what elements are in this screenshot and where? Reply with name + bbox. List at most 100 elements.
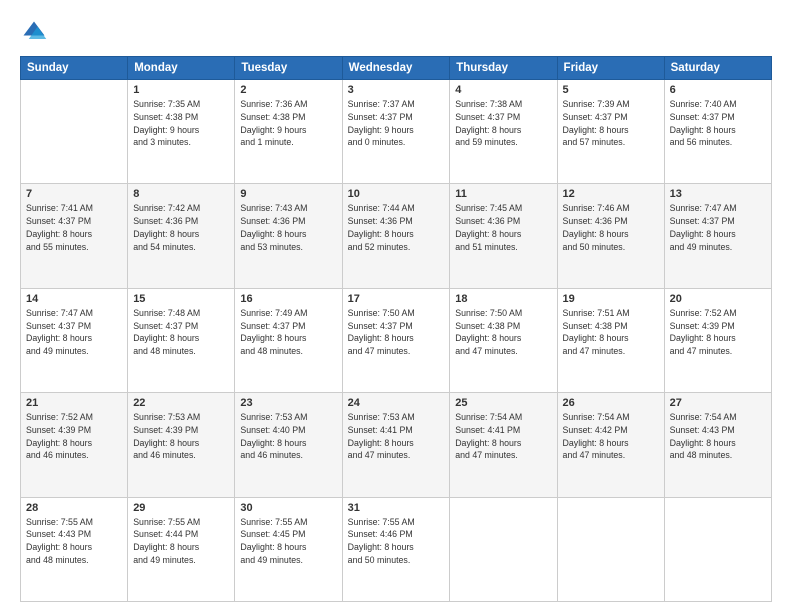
cell-info: Sunrise: 7:53 AM Sunset: 4:39 PM Dayligh…	[133, 411, 229, 462]
header	[20, 18, 772, 46]
cell-info: Sunrise: 7:51 AM Sunset: 4:38 PM Dayligh…	[563, 307, 659, 358]
day-number: 3	[348, 84, 445, 96]
week-row-2: 14 Sunrise: 7:47 AM Sunset: 4:37 PM Dayli…	[21, 288, 772, 392]
day-number: 16	[240, 293, 336, 305]
cell-info: Sunrise: 7:41 AM Sunset: 4:37 PM Dayligh…	[26, 202, 122, 253]
cell-info: Sunrise: 7:47 AM Sunset: 4:37 PM Dayligh…	[670, 202, 766, 253]
calendar-cell: 15 Sunrise: 7:48 AM Sunset: 4:37 PM Dayli…	[128, 288, 235, 392]
day-number: 30	[240, 502, 336, 514]
calendar-cell: 6 Sunrise: 7:40 AM Sunset: 4:37 PM Daylig…	[664, 80, 771, 184]
cell-info: Sunrise: 7:55 AM Sunset: 4:45 PM Dayligh…	[240, 516, 336, 567]
calendar-cell: 27 Sunrise: 7:54 AM Sunset: 4:43 PM Dayli…	[664, 393, 771, 497]
calendar-cell	[450, 497, 557, 601]
day-number: 2	[240, 84, 336, 96]
calendar-cell: 4 Sunrise: 7:38 AM Sunset: 4:37 PM Daylig…	[450, 80, 557, 184]
weekday-header-row: SundayMondayTuesdayWednesdayThursdayFrid…	[21, 57, 772, 80]
cell-info: Sunrise: 7:43 AM Sunset: 4:36 PM Dayligh…	[240, 202, 336, 253]
day-number: 27	[670, 397, 766, 409]
day-number: 22	[133, 397, 229, 409]
cell-info: Sunrise: 7:47 AM Sunset: 4:37 PM Dayligh…	[26, 307, 122, 358]
day-number: 12	[563, 188, 659, 200]
calendar-cell: 31 Sunrise: 7:55 AM Sunset: 4:46 PM Dayli…	[342, 497, 450, 601]
day-number: 5	[563, 84, 659, 96]
cell-info: Sunrise: 7:40 AM Sunset: 4:37 PM Dayligh…	[670, 98, 766, 149]
day-number: 15	[133, 293, 229, 305]
day-number: 19	[563, 293, 659, 305]
calendar-cell: 22 Sunrise: 7:53 AM Sunset: 4:39 PM Dayli…	[128, 393, 235, 497]
cell-info: Sunrise: 7:54 AM Sunset: 4:41 PM Dayligh…	[455, 411, 551, 462]
cell-info: Sunrise: 7:52 AM Sunset: 4:39 PM Dayligh…	[670, 307, 766, 358]
day-number: 29	[133, 502, 229, 514]
day-number: 18	[455, 293, 551, 305]
week-row-3: 21Sunrise: 7:52 AM Sunset: 4:39 PM Dayli…	[21, 393, 772, 497]
day-number: 1	[133, 84, 229, 96]
cell-info: Sunrise: 7:53 AM Sunset: 4:40 PM Dayligh…	[240, 411, 336, 462]
calendar-cell: 5 Sunrise: 7:39 AM Sunset: 4:37 PM Daylig…	[557, 80, 664, 184]
calendar-cell: 29Sunrise: 7:55 AM Sunset: 4:44 PM Dayli…	[128, 497, 235, 601]
calendar-cell: 1 Sunrise: 7:35 AM Sunset: 4:38 PM Daylig…	[128, 80, 235, 184]
day-number: 8	[133, 188, 229, 200]
calendar-cell: 11 Sunrise: 7:45 AM Sunset: 4:36 PM Dayli…	[450, 184, 557, 288]
calendar-cell: 24 Sunrise: 7:53 AM Sunset: 4:41 PM Dayli…	[342, 393, 450, 497]
cell-info: Sunrise: 7:46 AM Sunset: 4:36 PM Dayligh…	[563, 202, 659, 253]
calendar-cell: 13 Sunrise: 7:47 AM Sunset: 4:37 PM Dayli…	[664, 184, 771, 288]
cell-info: Sunrise: 7:53 AM Sunset: 4:41 PM Dayligh…	[348, 411, 445, 462]
cell-info: Sunrise: 7:50 AM Sunset: 4:38 PM Dayligh…	[455, 307, 551, 358]
day-number: 11	[455, 188, 551, 200]
cell-info: Sunrise: 7:50 AM Sunset: 4:37 PM Dayligh…	[348, 307, 445, 358]
logo	[20, 18, 52, 46]
weekday-header-sunday: Sunday	[21, 57, 128, 80]
cell-info: Sunrise: 7:54 AM Sunset: 4:43 PM Dayligh…	[670, 411, 766, 462]
calendar-cell: 9Sunrise: 7:43 AM Sunset: 4:36 PM Daylig…	[235, 184, 342, 288]
weekday-header-wednesday: Wednesday	[342, 57, 450, 80]
calendar-cell: 18 Sunrise: 7:50 AM Sunset: 4:38 PM Dayli…	[450, 288, 557, 392]
cell-info: Sunrise: 7:38 AM Sunset: 4:37 PM Dayligh…	[455, 98, 551, 149]
calendar-cell: 26 Sunrise: 7:54 AM Sunset: 4:42 PM Dayli…	[557, 393, 664, 497]
day-number: 26	[563, 397, 659, 409]
day-number: 4	[455, 84, 551, 96]
calendar-cell: 14 Sunrise: 7:47 AM Sunset: 4:37 PM Dayli…	[21, 288, 128, 392]
cell-info: Sunrise: 7:39 AM Sunset: 4:37 PM Dayligh…	[563, 98, 659, 149]
calendar-cell: 21Sunrise: 7:52 AM Sunset: 4:39 PM Dayli…	[21, 393, 128, 497]
day-number: 13	[670, 188, 766, 200]
cell-info: Sunrise: 7:49 AM Sunset: 4:37 PM Dayligh…	[240, 307, 336, 358]
day-number: 20	[670, 293, 766, 305]
logo-icon	[20, 18, 48, 46]
cell-info: Sunrise: 7:37 AM Sunset: 4:37 PM Dayligh…	[348, 98, 445, 149]
day-number: 10	[348, 188, 445, 200]
cell-info: Sunrise: 7:55 AM Sunset: 4:43 PM Dayligh…	[26, 516, 122, 567]
cell-info: Sunrise: 7:45 AM Sunset: 4:36 PM Dayligh…	[455, 202, 551, 253]
day-number: 17	[348, 293, 445, 305]
calendar-cell	[664, 497, 771, 601]
day-number: 23	[240, 397, 336, 409]
cell-info: Sunrise: 7:36 AM Sunset: 4:38 PM Dayligh…	[240, 98, 336, 149]
calendar-cell	[21, 80, 128, 184]
week-row-1: 7Sunrise: 7:41 AM Sunset: 4:37 PM Daylig…	[21, 184, 772, 288]
week-row-4: 28Sunrise: 7:55 AM Sunset: 4:43 PM Dayli…	[21, 497, 772, 601]
weekday-header-saturday: Saturday	[664, 57, 771, 80]
calendar-cell: 12 Sunrise: 7:46 AM Sunset: 4:36 PM Dayli…	[557, 184, 664, 288]
day-number: 14	[26, 293, 122, 305]
calendar-cell: 16 Sunrise: 7:49 AM Sunset: 4:37 PM Dayli…	[235, 288, 342, 392]
page: SundayMondayTuesdayWednesdayThursdayFrid…	[0, 0, 792, 612]
cell-info: Sunrise: 7:48 AM Sunset: 4:37 PM Dayligh…	[133, 307, 229, 358]
day-number: 6	[670, 84, 766, 96]
cell-info: Sunrise: 7:54 AM Sunset: 4:42 PM Dayligh…	[563, 411, 659, 462]
cell-info: Sunrise: 7:42 AM Sunset: 4:36 PM Dayligh…	[133, 202, 229, 253]
cell-info: Sunrise: 7:44 AM Sunset: 4:36 PM Dayligh…	[348, 202, 445, 253]
calendar-cell: 20 Sunrise: 7:52 AM Sunset: 4:39 PM Dayli…	[664, 288, 771, 392]
day-number: 24	[348, 397, 445, 409]
calendar-cell: 19 Sunrise: 7:51 AM Sunset: 4:38 PM Dayli…	[557, 288, 664, 392]
calendar-cell: 30 Sunrise: 7:55 AM Sunset: 4:45 PM Dayli…	[235, 497, 342, 601]
weekday-header-thursday: Thursday	[450, 57, 557, 80]
weekday-header-monday: Monday	[128, 57, 235, 80]
cell-info: Sunrise: 7:55 AM Sunset: 4:46 PM Dayligh…	[348, 516, 445, 567]
calendar-cell: 10 Sunrise: 7:44 AM Sunset: 4:36 PM Dayli…	[342, 184, 450, 288]
cell-info: Sunrise: 7:35 AM Sunset: 4:38 PM Dayligh…	[133, 98, 229, 149]
day-number: 25	[455, 397, 551, 409]
calendar-cell: 8 Sunrise: 7:42 AM Sunset: 4:36 PM Daylig…	[128, 184, 235, 288]
weekday-header-tuesday: Tuesday	[235, 57, 342, 80]
day-number: 31	[348, 502, 445, 514]
calendar-cell: 25 Sunrise: 7:54 AM Sunset: 4:41 PM Dayli…	[450, 393, 557, 497]
cell-info: Sunrise: 7:52 AM Sunset: 4:39 PM Dayligh…	[26, 411, 122, 462]
